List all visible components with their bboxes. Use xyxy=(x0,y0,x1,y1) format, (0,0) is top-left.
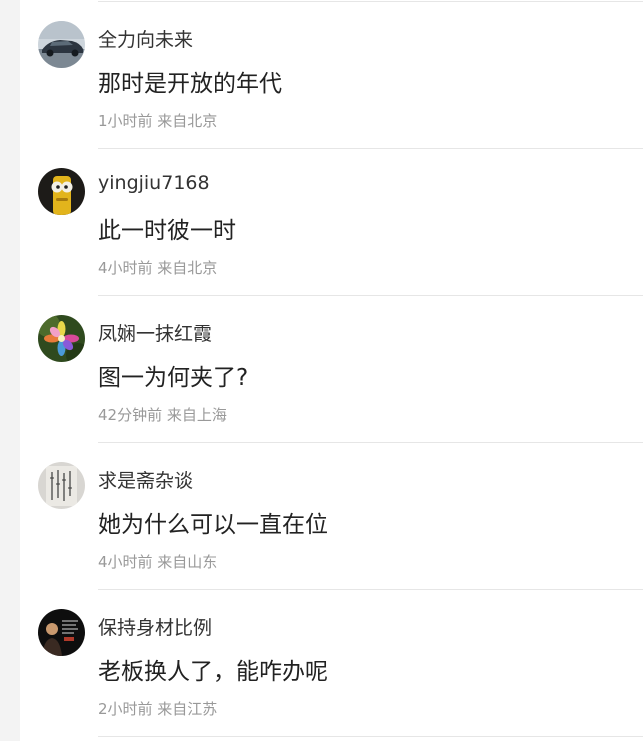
presenter-photo-avatar[interactable] xyxy=(38,609,85,656)
divider xyxy=(98,736,643,737)
comment-text: 图一为何夹了? xyxy=(98,365,249,391)
comment-meta: 4小时前 来自北京 xyxy=(98,259,218,277)
comment-item: 凤娴一抹红霞 图一为何夹了? 42分钟前 来自上海 xyxy=(20,296,643,443)
username[interactable]: 保持身材比例 xyxy=(98,613,212,640)
comment-list: 全力向未来 那时是开放的年代 1小时前 来自北京 yingjiu7168 此一时… xyxy=(20,0,643,741)
username[interactable]: 凤娴一抹红霞 xyxy=(98,319,212,346)
flower-avatar[interactable] xyxy=(38,315,85,362)
comment-item: yingjiu7168 此一时彼一时 4小时前 来自北京 xyxy=(20,149,643,296)
comment-meta: 4小时前 来自山东 xyxy=(98,553,218,571)
username[interactable]: 求是斋杂谈 xyxy=(98,466,193,493)
comment-meta: 1小时前 来自北京 xyxy=(98,112,218,130)
username[interactable]: yingjiu7168 xyxy=(98,172,210,194)
comment-meta: 42分钟前 来自上海 xyxy=(98,406,227,424)
comment-text: 那时是开放的年代 xyxy=(98,71,282,97)
comment-meta: 2小时前 来自江苏 xyxy=(98,700,218,718)
comment-item: 保持身材比例 老板换人了，能咋办呢 2小时前 来自江苏 xyxy=(20,590,643,737)
comment-item: 全力向未来 那时是开放的年代 1小时前 来自北京 xyxy=(20,2,643,149)
comment-text: 她为什么可以一直在位 xyxy=(98,512,328,538)
calligraphy-avatar[interactable] xyxy=(38,462,85,509)
comment-text: 此一时彼一时 xyxy=(98,218,236,244)
comment-item: 求是斋杂谈 她为什么可以一直在位 4小时前 来自山东 xyxy=(20,443,643,590)
comment-text: 老板换人了，能咋办呢 xyxy=(98,659,328,685)
yellow-cartoon-avatar[interactable] xyxy=(38,168,85,215)
username[interactable]: 全力向未来 xyxy=(98,25,193,52)
car-photo-avatar[interactable] xyxy=(38,21,85,68)
